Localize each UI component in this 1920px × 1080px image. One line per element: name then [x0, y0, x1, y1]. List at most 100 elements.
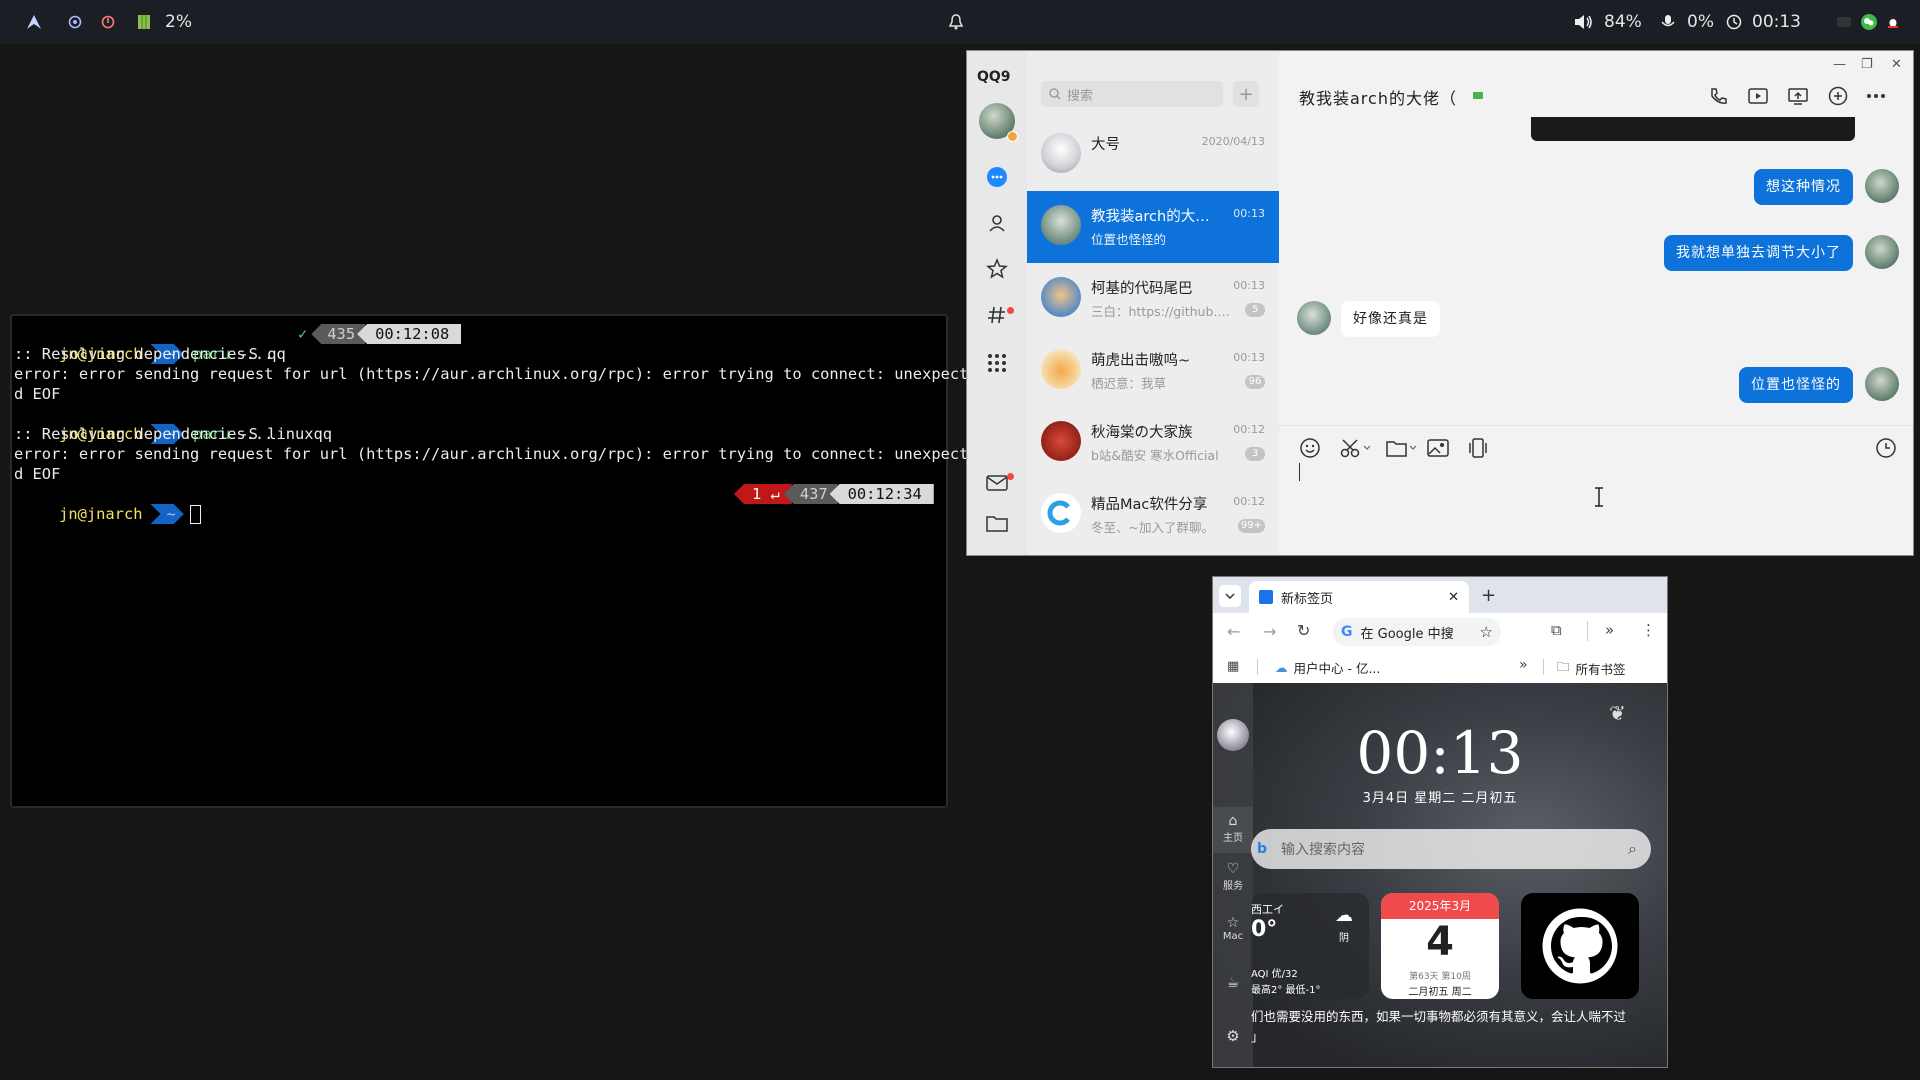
tab-search-chevron-icon[interactable]	[1219, 585, 1241, 607]
sender-avatar[interactable]	[1297, 301, 1331, 335]
file-folder-icon[interactable]	[1383, 435, 1419, 461]
search-icon[interactable]: ⌕	[1628, 839, 1637, 859]
chat-item[interactable]: 精品Mac软件分享 00:12 冬至、~加入了群聊。 99+	[1027, 479, 1279, 551]
settings-gear-icon[interactable]: ⚙	[1213, 1027, 1253, 1045]
add-button[interactable]: +	[1233, 81, 1259, 107]
search-input[interactable]: 搜索	[1041, 81, 1223, 107]
notification-bell-icon[interactable]	[949, 0, 963, 44]
apps-grid-icon[interactable]: ▦	[1227, 659, 1239, 674]
chat-time: 00:12	[1233, 423, 1265, 436]
rail-home[interactable]: ⌂ 主页	[1213, 807, 1253, 853]
chat-name: 秋海棠の大家族	[1091, 425, 1193, 441]
page-search-input[interactable]: b 输入搜索内容 ⌕	[1251, 829, 1651, 869]
tray-app-icon[interactable]	[1836, 0, 1852, 44]
chat-item[interactable]: 萌虎出击嗷呜~ 00:13 栖迟意：我草 96	[1027, 335, 1279, 407]
sender-avatar[interactable]	[1865, 169, 1899, 203]
restore-icon[interactable]: ❐	[1861, 57, 1873, 72]
screenshot-message[interactable]	[1531, 117, 1855, 141]
mic-indicator[interactable]: 0%	[1659, 0, 1714, 44]
apps-grid-icon[interactable]	[985, 351, 1009, 375]
prompt-status: 1 ↵ 437 00:12:34	[734, 484, 934, 504]
unread-dot	[1007, 473, 1014, 480]
calendar-widget[interactable]: 2025年3月 4 第63天 第10周 二月初五 周二	[1381, 893, 1499, 999]
bookmark-item[interactable]: ☁ 用户中心 - 亿...	[1275, 658, 1380, 677]
chat-item[interactable]: 秋海棠の大家族 00:12 b站&酷安 寒水Official 3	[1027, 407, 1279, 479]
mail-icon[interactable]	[985, 471, 1009, 495]
forward-arrow-icon[interactable]: →	[1263, 622, 1276, 641]
exit-code: 1 ↵	[734, 484, 792, 504]
sender-avatar[interactable]	[1865, 235, 1899, 269]
output-line: error: error sending request for url (ht…	[14, 445, 978, 463]
tab-new-tab[interactable]: 新标签页 ✕	[1249, 581, 1469, 613]
calendar-sub: 第63天 第10周	[1409, 972, 1471, 982]
favorites-star-icon[interactable]	[985, 257, 1009, 281]
chat-avatar	[1041, 421, 1081, 461]
outgoing-message[interactable]: 位置也怪怪的	[1739, 367, 1853, 403]
terminal-window[interactable]: jn@jnarch ~ paru -S qq ✓ 435 00:12:08 :: …	[10, 314, 978, 808]
history-clock-icon[interactable]	[1873, 435, 1899, 461]
chat-name: 精品Mac软件分享	[1091, 497, 1208, 513]
outgoing-message[interactable]: 我就想单独去调节大小了	[1664, 235, 1853, 271]
contacts-icon[interactable]	[985, 211, 1009, 235]
chat-avatar	[1041, 493, 1081, 533]
overflow-chevron-icon[interactable]: »	[1605, 621, 1614, 639]
terminal-cursor[interactable]	[189, 505, 201, 524]
messages-icon[interactable]	[985, 165, 1009, 189]
new-tab-plus-icon[interactable]: +	[1481, 585, 1496, 606]
extensions-puzzle-icon[interactable]: ⧉	[1551, 621, 1562, 639]
image-icon[interactable]	[1425, 435, 1451, 461]
workspace-active-icon[interactable]	[68, 0, 82, 44]
chrome-window[interactable]: 新标签页 ✕ + ← → ↻ G 在 Google 中搜 ☆ ⧉ » ⋮ ▦ ☁…	[1212, 576, 1668, 1068]
chat-avatar	[1041, 205, 1081, 245]
chrome-menu-icon[interactable]: ⋮	[1641, 621, 1656, 639]
omnibox[interactable]: G 在 Google 中搜 ☆	[1333, 618, 1501, 646]
screenshot-scissors-icon[interactable]	[1337, 435, 1373, 461]
emoji-icon[interactable]	[1297, 435, 1323, 461]
power-icon[interactable]	[101, 0, 115, 44]
heart-icon: ♡	[1226, 861, 1240, 877]
more-options-icon[interactable]	[1863, 83, 1889, 109]
chat-preview: 冬至、~加入了群聊。	[1091, 520, 1214, 535]
rail-label: 主页	[1223, 833, 1243, 844]
output-line: :: Resolving dependencies...	[14, 345, 274, 363]
add-member-icon[interactable]	[1825, 83, 1851, 109]
clock-indicator[interactable]: 00:13	[1726, 0, 1801, 44]
clock-icon	[1726, 14, 1742, 30]
unread-badge: 5	[1245, 303, 1265, 317]
folder-icon[interactable]	[985, 511, 1009, 535]
home-icon: ⌂	[1228, 813, 1238, 829]
all-bookmarks[interactable]: 🗀 所有书签	[1557, 658, 1626, 679]
chat-item[interactable]: 大号 2020/04/13	[1027, 119, 1279, 191]
video-call-icon[interactable]	[1745, 83, 1771, 109]
shake-icon[interactable]	[1465, 435, 1491, 461]
chat-item[interactable]: 教我装arch的大佬（ 00:13 位置也怪怪的	[1027, 191, 1279, 263]
message-input[interactable]	[1279, 465, 1913, 555]
qq-tray-icon[interactable]	[1886, 0, 1900, 44]
bookmarks-overflow-icon[interactable]: »	[1519, 657, 1528, 673]
incoming-message[interactable]: 好像还真是	[1341, 301, 1440, 337]
weather-condition: 阴	[1339, 933, 1349, 944]
output-line: :: Resolving dependencies...	[14, 425, 274, 443]
reload-icon[interactable]: ↻	[1297, 621, 1310, 640]
qq-window[interactable]: QQ9 搜索 + 大号 2020/04/13 教我装arch的大佬（ 00:13…	[966, 50, 1914, 556]
voice-call-icon[interactable]	[1705, 83, 1731, 109]
chat-item[interactable]: 柯基的代码尾巴 00:13 三白：https://github.com/ 5	[1027, 263, 1279, 335]
arch-logo-icon[interactable]	[26, 0, 42, 44]
github-shortcut[interactable]	[1521, 893, 1639, 999]
rail-services[interactable]: ♡ 服务	[1213, 861, 1253, 892]
tab-close-icon[interactable]: ✕	[1448, 590, 1459, 605]
chat-avatar	[1041, 277, 1081, 317]
channels-hashtag-icon[interactable]	[985, 303, 1009, 327]
weather-widget[interactable]: 西工イ 0° ☁ 阴 AQI 优/32 最高2° 最低-1°	[1251, 893, 1369, 999]
wechat-tray-icon[interactable]	[1860, 0, 1878, 44]
rail-mac[interactable]: ☆ Mac	[1213, 915, 1253, 942]
coffee-icon[interactable]: ☕	[1213, 975, 1253, 991]
sender-avatar[interactable]	[1865, 367, 1899, 401]
close-icon[interactable]: ✕	[1891, 57, 1902, 72]
back-arrow-icon[interactable]: ←	[1227, 622, 1240, 641]
minimize-icon[interactable]: —	[1833, 57, 1846, 72]
outgoing-message[interactable]: 想这种情况	[1754, 169, 1853, 205]
volume-indicator[interactable]: 84%	[1574, 0, 1642, 44]
screen-share-icon[interactable]	[1785, 83, 1811, 109]
bookmark-star-icon[interactable]: ☆	[1480, 623, 1493, 641]
